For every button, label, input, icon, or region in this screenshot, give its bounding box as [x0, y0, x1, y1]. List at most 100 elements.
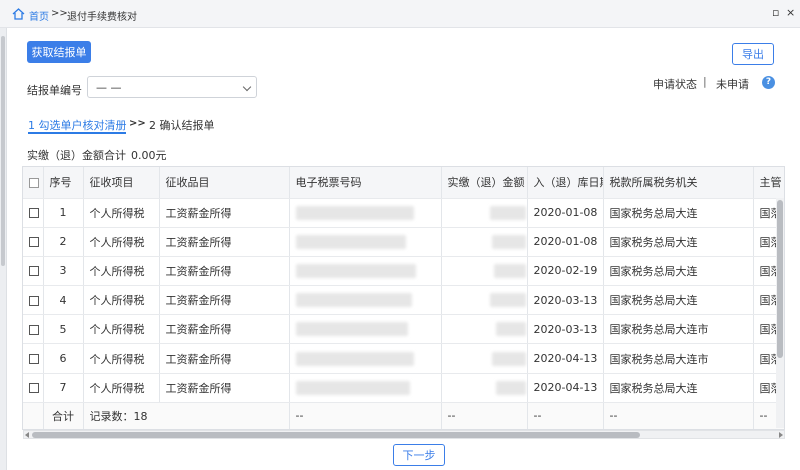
- table-row[interactable]: 6 个人所得税 工资薪金所得 2020-04-13 国家税务总局大连市 国落: [23, 343, 784, 374]
- row-date: 2020-04-13: [527, 373, 604, 403]
- row-subitem: 工资薪金所得: [159, 314, 290, 345]
- row-item: 个人所得税: [83, 285, 160, 316]
- row-date: 2020-02-19: [527, 256, 604, 287]
- row-ticket-no-redacted: [289, 314, 442, 345]
- vertical-scroll-thumb[interactable]: [777, 200, 783, 358]
- row-amount-redacted: [441, 343, 528, 374]
- apply-status-label: 申请状态: [653, 78, 697, 91]
- row-subitem: 工资薪金所得: [159, 256, 290, 287]
- row-ticket-no-redacted: [289, 373, 442, 403]
- row-date: 2020-01-08: [527, 198, 604, 228]
- total-spacer: [23, 402, 44, 429]
- horizontal-scroll-thumb[interactable]: [32, 432, 640, 438]
- row-ticket-no-redacted: [289, 198, 442, 228]
- select-all-checkbox[interactable]: [23, 167, 44, 199]
- table-row[interactable]: 7 个人所得税 工资薪金所得 2020-04-13 国家税务总局大连 国落: [23, 373, 784, 403]
- row-checkbox[interactable]: [23, 227, 44, 257]
- row-tax-office: 国家税务总局大连: [603, 373, 754, 403]
- step-2-tab[interactable]: 2 确认结报单: [149, 117, 215, 133]
- statement-number-value: — —: [96, 81, 122, 94]
- row-amount-redacted: [441, 227, 528, 257]
- row-no: 6: [43, 343, 84, 374]
- row-amount-redacted: [441, 256, 528, 287]
- left-scroll-thumb[interactable]: [1, 36, 5, 266]
- statement-number-label: 结报单编号: [27, 84, 82, 97]
- row-ticket-no-redacted: [289, 227, 442, 257]
- total-dash-office: --: [603, 402, 754, 429]
- row-checkbox[interactable]: [23, 285, 44, 316]
- next-step-button[interactable]: 下一步: [393, 444, 445, 466]
- close-window-icon[interactable]: ×: [786, 6, 795, 19]
- record-count: 记录数：18: [83, 402, 290, 429]
- col-header-item: 征收项目: [83, 167, 160, 199]
- home-icon[interactable]: [12, 8, 25, 20]
- table-horizontal-scrollbar[interactable]: [23, 430, 785, 439]
- row-amount-redacted: [441, 285, 528, 316]
- fetch-statement-button[interactable]: 获取结报单: [27, 41, 91, 63]
- row-tax-office: 国家税务总局大连市: [603, 343, 754, 374]
- col-header-amount: 实缴（退）金额: [441, 167, 528, 199]
- table-vertical-scrollbar[interactable]: [776, 198, 784, 428]
- scroll-right-icon[interactable]: [779, 432, 783, 438]
- row-ticket-no-redacted: [289, 343, 442, 374]
- col-header-ticket-no: 电子税票号码: [289, 167, 442, 199]
- row-no: 7: [43, 373, 84, 403]
- row-tax-office: 国家税务总局大连: [603, 285, 754, 316]
- step-arrow: >>: [129, 118, 146, 129]
- amount-total-value: 0.00元: [131, 149, 167, 162]
- col-header-date: 入（退）库日期: [527, 167, 604, 199]
- row-no: 3: [43, 256, 84, 287]
- detail-table: 序号 征收项目 征收品目 电子税票号码 实缴（退）金额 入（退）库日期 税款所属…: [22, 166, 785, 430]
- table-row[interactable]: 4 个人所得税 工资薪金所得 2020-03-13 国家税务总局大连 国落: [23, 285, 784, 316]
- row-amount-redacted: [441, 373, 528, 403]
- breadcrumb-home[interactable]: 首页: [29, 8, 49, 23]
- row-checkbox[interactable]: [23, 343, 44, 374]
- row-checkbox[interactable]: [23, 373, 44, 403]
- row-subitem: 工资薪金所得: [159, 227, 290, 257]
- row-item: 个人所得税: [83, 227, 160, 257]
- row-item: 个人所得税: [83, 373, 160, 403]
- row-checkbox[interactable]: [23, 256, 44, 287]
- row-no: 2: [43, 227, 84, 257]
- breadcrumb-separator: >>: [51, 8, 68, 19]
- table-row[interactable]: 5 个人所得税 工资薪金所得 2020-03-13 国家税务总局大连市 国落: [23, 314, 784, 345]
- apply-status-value: 未申请: [716, 78, 749, 91]
- row-item: 个人所得税: [83, 256, 160, 287]
- row-checkbox[interactable]: [23, 198, 44, 228]
- col-header-manager: 主管: [753, 167, 784, 199]
- amount-total-label: 实缴（退）金额合计: [27, 149, 126, 162]
- restore-window-icon[interactable]: ▫: [772, 6, 779, 19]
- row-subitem: 工资薪金所得: [159, 285, 290, 316]
- table-header-row: 序号 征收项目 征收品目 电子税票号码 实缴（退）金额 入（退）库日期 税款所属…: [23, 167, 784, 199]
- table-row[interactable]: 3 个人所得税 工资薪金所得 2020-02-19 国家税务总局大连 国落: [23, 256, 784, 287]
- row-date: 2020-03-13: [527, 285, 604, 316]
- table-total-row: 合计 记录数：18 -- -- -- -- --: [23, 402, 784, 429]
- row-ticket-no-redacted: [289, 285, 442, 316]
- row-tax-office: 国家税务总局大连市: [603, 314, 754, 345]
- row-date: 2020-04-13: [527, 343, 604, 374]
- row-amount-redacted: [441, 198, 528, 228]
- row-no: 5: [43, 314, 84, 345]
- row-date: 2020-01-08: [527, 227, 604, 257]
- row-tax-office: 国家税务总局大连: [603, 198, 754, 228]
- row-no: 1: [43, 198, 84, 228]
- row-item: 个人所得税: [83, 198, 160, 228]
- table-row[interactable]: 2 个人所得税 工资薪金所得 2020-01-08 国家税务总局大连 国落: [23, 227, 784, 257]
- total-dash-ticket: --: [289, 402, 442, 429]
- table-row[interactable]: 1 个人所得税 工资薪金所得 2020-01-08 国家税务总局大连 国落: [23, 198, 784, 228]
- breadcrumb-current: 退付手续费核对: [67, 12, 137, 23]
- row-tax-office: 国家税务总局大连: [603, 256, 754, 287]
- row-item: 个人所得税: [83, 343, 160, 374]
- chevron-down-icon: [242, 82, 252, 92]
- row-checkbox[interactable]: [23, 314, 44, 345]
- total-dash-amount: --: [441, 402, 528, 429]
- row-no: 4: [43, 285, 84, 316]
- statement-number-select[interactable]: — —: [87, 76, 257, 98]
- scroll-left-icon[interactable]: [25, 432, 29, 438]
- left-panel-scrollbar[interactable]: [0, 28, 7, 470]
- help-icon[interactable]: ?: [762, 76, 775, 89]
- apply-status-separator: |: [703, 75, 707, 88]
- step-1-tab[interactable]: 1 勾选单户核对清册: [28, 117, 127, 133]
- export-button[interactable]: 导出: [732, 43, 774, 65]
- col-header-subitem: 征收品目: [159, 167, 290, 199]
